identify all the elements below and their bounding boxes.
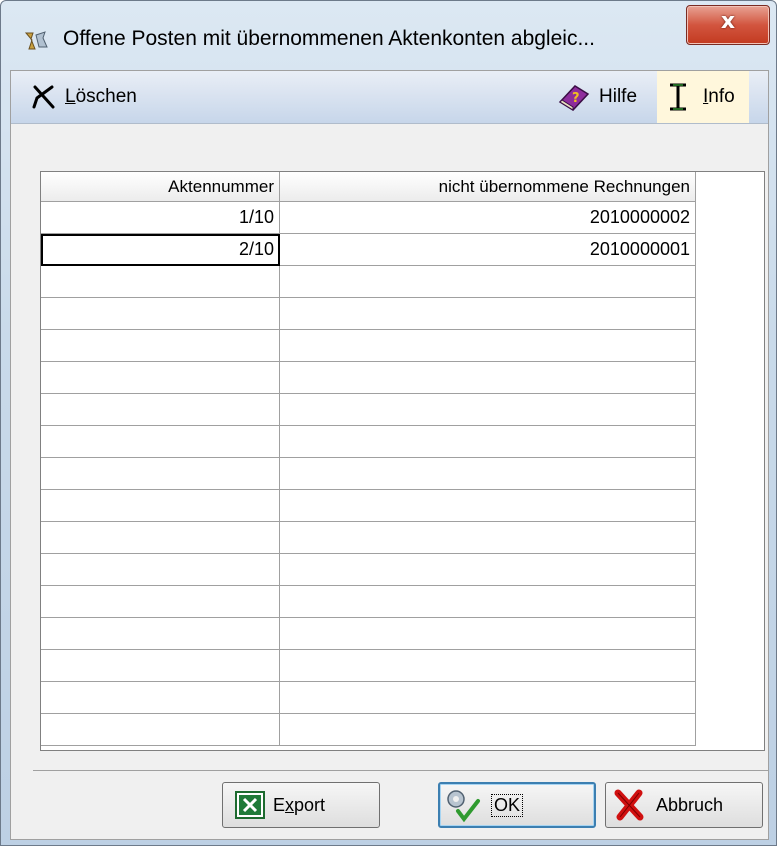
cancel-button[interactable]: Abbruch: [605, 782, 763, 828]
cell-empty[interactable]: [280, 458, 696, 490]
cell-empty[interactable]: [280, 586, 696, 618]
cell-empty[interactable]: [280, 522, 696, 554]
column-header-rechnungen[interactable]: nicht übernommene Rechnungen: [280, 172, 696, 202]
table-row-empty[interactable]: [41, 426, 696, 458]
button-bar: Export OK Abbruch: [33, 770, 769, 830]
cell-empty[interactable]: [280, 682, 696, 714]
cell-empty[interactable]: [41, 266, 280, 298]
cell-empty[interactable]: [41, 490, 280, 522]
cell-empty[interactable]: [280, 426, 696, 458]
cell-empty[interactable]: [280, 554, 696, 586]
dialog-window: Offene Posten mit übernommenen Aktenkont…: [0, 0, 777, 846]
table-row-empty[interactable]: [41, 394, 696, 426]
app-icon: [24, 31, 48, 50]
cell-empty[interactable]: [280, 266, 696, 298]
cell-empty[interactable]: [280, 298, 696, 330]
title-bar[interactable]: Offene Posten mit übernommenen Aktenkont…: [1, 1, 776, 63]
export-label: Export: [273, 794, 326, 815]
delete-x-icon: [32, 85, 55, 109]
column-header-aktennummer[interactable]: Aktennummer: [41, 172, 280, 202]
cell-empty[interactable]: [41, 426, 280, 458]
data-table[interactable]: Aktennummer nicht übernommene Rechnungen…: [40, 171, 765, 751]
table-row-empty[interactable]: [41, 714, 696, 746]
info-label: Info: [703, 86, 735, 107]
cell-empty[interactable]: [280, 714, 696, 746]
table-row-empty[interactable]: [41, 522, 696, 554]
delete-button[interactable]: Löschen: [31, 71, 137, 123]
excel-icon: [235, 791, 265, 819]
cancel-x-icon: [614, 789, 644, 821]
cell-empty[interactable]: [41, 522, 280, 554]
ok-button[interactable]: OK: [438, 782, 596, 828]
help-button[interactable]: ? Hilfe: [557, 71, 637, 123]
window-title: Offene Posten mit übernommenen Aktenkont…: [63, 27, 595, 50]
close-icon: x: [720, 9, 736, 34]
cell-empty[interactable]: [280, 490, 696, 522]
toolbar: Löschen ? Hilfe Info: [11, 71, 768, 124]
cell-empty[interactable]: [280, 362, 696, 394]
cell-empty[interactable]: [280, 330, 696, 362]
cell-aktennummer[interactable]: 1/10: [41, 202, 280, 234]
cell-empty[interactable]: [41, 362, 280, 394]
info-button[interactable]: Info: [657, 71, 749, 123]
table-row-empty[interactable]: [41, 298, 696, 330]
cell-empty[interactable]: [41, 586, 280, 618]
cell-empty[interactable]: [41, 298, 280, 330]
cell-aktennummer-selected[interactable]: 2/10: [41, 234, 280, 266]
cancel-label: Abbruch: [656, 794, 724, 815]
cell-empty[interactable]: [41, 394, 280, 426]
info-cursor-icon: [670, 83, 686, 111]
cell-empty[interactable]: [280, 394, 696, 426]
cell-rechnung[interactable]: 2010000002: [280, 202, 696, 234]
table-row-empty[interactable]: [41, 266, 696, 298]
export-button[interactable]: Export: [222, 782, 380, 828]
cell-empty[interactable]: [41, 554, 280, 586]
cell-empty[interactable]: [41, 682, 280, 714]
delete-label: Löschen: [65, 86, 137, 107]
cell-rechnung[interactable]: 2010000001: [280, 234, 696, 266]
cell-empty[interactable]: [41, 618, 280, 650]
table-row-empty[interactable]: [41, 458, 696, 490]
cell-empty[interactable]: [41, 330, 280, 362]
cell-empty[interactable]: [280, 650, 696, 682]
close-button[interactable]: x: [686, 5, 770, 45]
table-row-empty[interactable]: [41, 618, 696, 650]
ok-label: OK: [490, 793, 524, 817]
table-row[interactable]: 2/10 2010000001: [41, 234, 696, 266]
help-label: Hilfe: [599, 86, 638, 107]
table-row-empty[interactable]: [41, 554, 696, 586]
table-row-empty[interactable]: [41, 490, 696, 522]
table-container: Aktennummer nicht übernommene Rechnungen…: [40, 171, 775, 751]
table-row-empty[interactable]: [41, 650, 696, 682]
table-row-empty[interactable]: [41, 362, 696, 394]
table-row[interactable]: 1/10 2010000002: [41, 202, 696, 234]
help-book-icon: ?: [558, 85, 590, 111]
table-row-empty[interactable]: [41, 330, 696, 362]
table-row-empty[interactable]: [41, 682, 696, 714]
cell-empty[interactable]: [41, 714, 280, 746]
cell-empty[interactable]: [41, 650, 280, 682]
svg-text:?: ?: [572, 91, 580, 106]
ok-check-icon: [447, 790, 480, 823]
cell-empty[interactable]: [280, 618, 696, 650]
table-row-empty[interactable]: [41, 586, 696, 618]
cell-empty[interactable]: [41, 458, 280, 490]
